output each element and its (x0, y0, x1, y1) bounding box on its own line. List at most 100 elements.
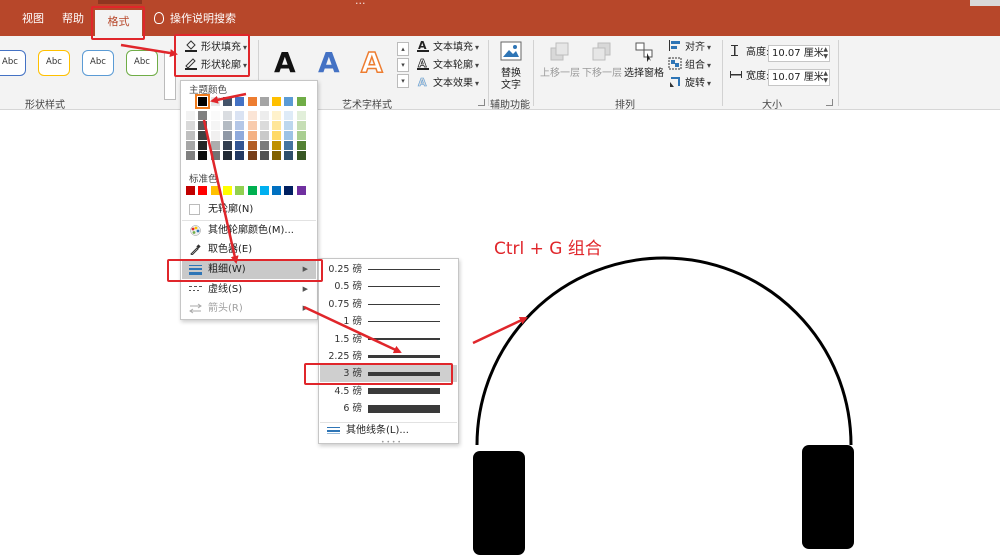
theme-shade-swatch[interactable] (186, 121, 195, 130)
theme-shade-swatch[interactable] (210, 121, 220, 130)
standard-color-swatch[interactable] (210, 186, 220, 195)
theme-color-swatch[interactable] (296, 97, 306, 106)
weight-option[interactable]: 0.75 磅 (320, 296, 457, 313)
theme-shade-swatch[interactable] (247, 121, 257, 130)
text-fill-button[interactable]: A 文本填充 ▾ (416, 39, 479, 57)
tell-me-search[interactable]: 操作说明搜索 (154, 10, 236, 26)
theme-shade-swatch[interactable] (235, 141, 245, 150)
theme-color-swatch[interactable] (186, 97, 195, 106)
weight-option[interactable]: 0.5 磅 (320, 278, 457, 295)
standard-color-swatch[interactable] (198, 186, 208, 195)
shape-style-thumb[interactable]: Abc (38, 50, 70, 76)
theme-shade-swatch[interactable] (210, 141, 220, 150)
standard-color-swatch[interactable] (235, 186, 245, 195)
arrows-item[interactable]: 箭头(R) ▶ (182, 299, 316, 318)
standard-color-swatch[interactable] (259, 186, 269, 195)
theme-shade-swatch[interactable] (247, 151, 257, 160)
width-input[interactable]: 10.07 厘米 ▲ ▼ (768, 69, 830, 86)
dialog-launcher-icon[interactable] (826, 99, 833, 106)
theme-shade-swatch[interactable] (296, 121, 306, 130)
shape-style-thumb[interactable]: Abc (82, 50, 114, 76)
theme-shade-swatch[interactable] (198, 111, 208, 120)
align-button[interactable]: 对齐 ▾ (668, 39, 711, 57)
theme-shade-swatch[interactable] (186, 131, 195, 140)
theme-shade-swatch[interactable] (222, 111, 232, 120)
group-button[interactable]: 组合 ▾ (668, 57, 711, 75)
shape-style-thumb[interactable]: Abc (126, 50, 158, 76)
theme-shade-swatch[interactable] (235, 131, 245, 140)
theme-shade-swatch[interactable] (259, 121, 269, 130)
left-earcup[interactable] (473, 451, 525, 555)
theme-color-swatch[interactable] (284, 97, 294, 106)
height-input[interactable]: 10.07 厘米 ▲ ▼ (768, 45, 830, 62)
theme-shade-swatch[interactable] (284, 151, 294, 160)
theme-shade-swatch[interactable] (210, 111, 220, 120)
eyedropper-item[interactable]: 取色器(E) (182, 240, 316, 259)
theme-shade-swatch[interactable] (198, 151, 208, 160)
theme-shade-swatch[interactable] (272, 151, 282, 160)
theme-color-swatch[interactable] (235, 97, 245, 106)
dashes-item[interactable]: 虚线(S) ▶ (182, 280, 316, 299)
theme-shade-swatch[interactable] (247, 141, 257, 150)
standard-color-swatch[interactable] (186, 186, 195, 195)
theme-shade-swatch[interactable] (296, 111, 306, 120)
theme-shade-swatch[interactable] (186, 111, 195, 120)
theme-shade-swatch[interactable] (284, 111, 294, 120)
theme-shade-swatch[interactable] (259, 111, 269, 120)
theme-shade-swatch[interactable] (296, 131, 306, 140)
resize-grip-icon[interactable]: • • • • (381, 439, 401, 446)
weight-option[interactable]: 1.5 磅 (320, 331, 457, 348)
slide-canvas[interactable] (0, 111, 1000, 558)
theme-color-swatch[interactable] (222, 97, 232, 106)
spin-arrows-icon[interactable]: ▲ ▼ (823, 70, 828, 84)
text-effects-button[interactable]: A 文本效果 ▾ (416, 75, 479, 93)
theme-shade-swatch[interactable] (259, 151, 269, 160)
theme-shade-swatch[interactable] (284, 121, 294, 130)
theme-shade-swatch[interactable] (247, 131, 257, 140)
standard-color-swatch[interactable] (284, 186, 294, 195)
theme-shade-swatch[interactable] (222, 141, 232, 150)
window-control[interactable] (970, 0, 1000, 6)
wordart-style-orange-outline[interactable]: A (360, 47, 383, 79)
theme-shade-swatch[interactable] (284, 131, 294, 140)
headphones-shape[interactable] (0, 111, 1000, 558)
theme-color-swatch[interactable] (272, 97, 282, 106)
theme-shade-swatch[interactable] (222, 131, 232, 140)
right-earcup[interactable] (802, 445, 854, 549)
wordart-more[interactable]: ▾ (397, 74, 409, 88)
theme-shade-swatch[interactable] (198, 121, 208, 130)
dialog-launcher-icon[interactable] (478, 99, 485, 106)
theme-shade-swatch[interactable] (210, 131, 220, 140)
tab-help[interactable]: 帮助 (62, 10, 84, 26)
theme-shade-swatch[interactable] (259, 131, 269, 140)
theme-shade-swatch[interactable] (222, 151, 232, 160)
theme-shade-swatch[interactable] (272, 111, 282, 120)
weight-option[interactable]: 6 磅 (320, 400, 457, 417)
theme-shade-swatch[interactable] (272, 121, 282, 130)
theme-shade-swatch[interactable] (222, 121, 232, 130)
wordart-style-black[interactable]: A (274, 48, 296, 78)
standard-color-swatch[interactable] (222, 186, 232, 195)
headband-arc[interactable] (475, 256, 853, 446)
theme-shade-swatch[interactable] (186, 151, 195, 160)
theme-shade-swatch[interactable] (198, 131, 208, 140)
weight-option[interactable]: 0.25 磅 (320, 261, 457, 278)
theme-color-swatch[interactable] (195, 94, 211, 109)
alt-text-button[interactable]: 替换 文字 (496, 40, 526, 92)
standard-color-swatch[interactable] (272, 186, 282, 195)
theme-shade-swatch[interactable] (259, 141, 269, 150)
theme-shade-swatch[interactable] (198, 141, 208, 150)
rotate-button[interactable]: 旋转 ▾ (668, 75, 711, 93)
send-backward-button[interactable]: 下移一层 (580, 40, 624, 80)
theme-shade-swatch[interactable] (272, 131, 282, 140)
shape-style-thumb[interactable]: Abc (0, 50, 26, 76)
theme-shade-swatch[interactable] (296, 141, 306, 150)
text-outline-button[interactable]: A 文本轮廓 ▾ (416, 57, 479, 75)
theme-shade-swatch[interactable] (210, 151, 220, 160)
theme-shade-swatch[interactable] (235, 151, 245, 160)
spin-arrows-icon[interactable]: ▲ ▼ (823, 46, 828, 60)
theme-shade-swatch[interactable] (296, 151, 306, 160)
wordart-scroll-down[interactable]: ▾ (397, 58, 409, 72)
theme-shade-swatch[interactable] (247, 111, 257, 120)
theme-color-swatch[interactable] (247, 97, 257, 106)
